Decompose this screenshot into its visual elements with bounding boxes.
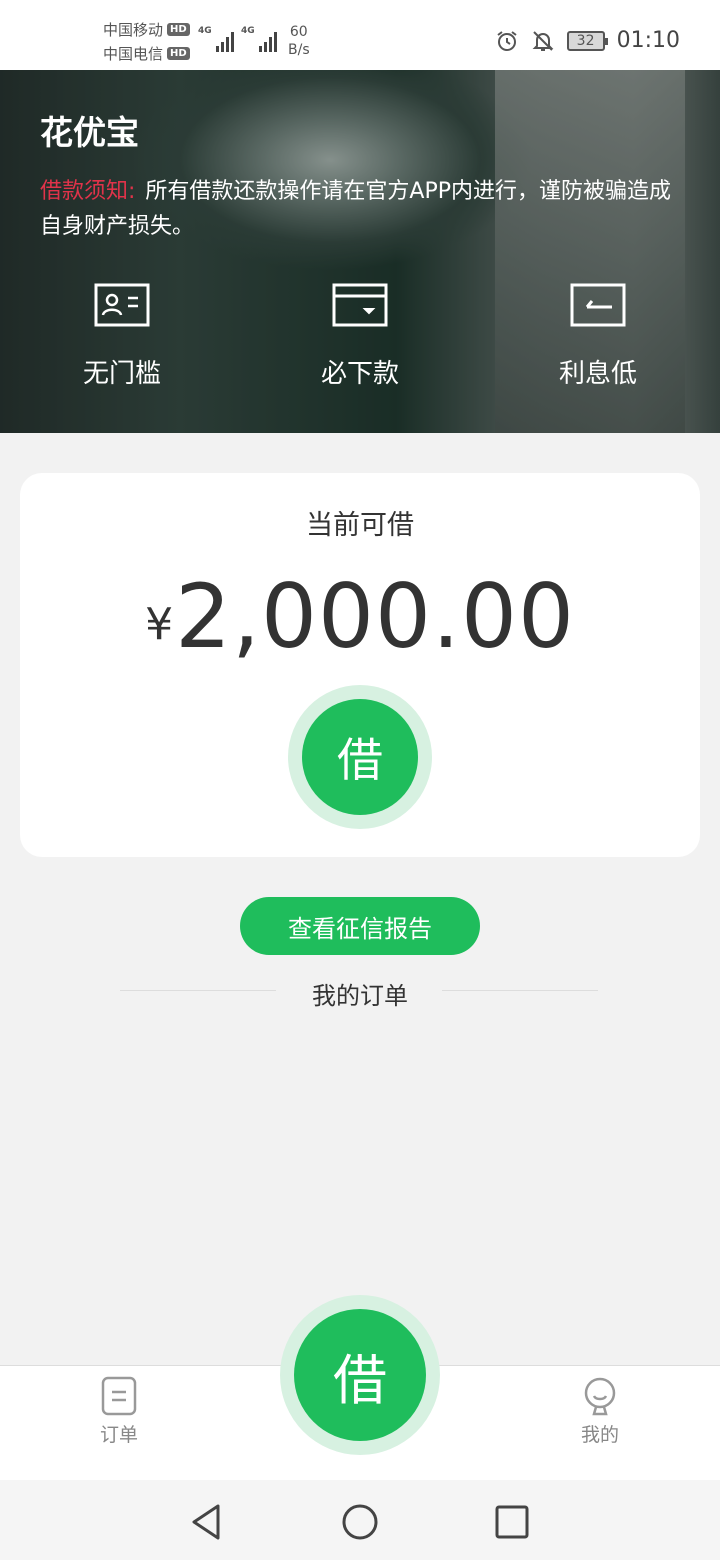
available-credit-label: 当前可借 <box>306 510 414 541</box>
network-speed-value: 60 <box>289 24 308 40</box>
loan-card: 当前可借 ¥2,000.00 借 <box>20 473 700 857</box>
divider-right <box>442 990 598 991</box>
status-right: 32 01:10 <box>495 28 680 53</box>
wallet-icon <box>332 283 388 327</box>
recent-apps-icon[interactable] <box>490 1500 534 1544</box>
feature-no-threshold: 无门槛 <box>22 283 222 390</box>
carrier-2-name: 中国电信 <box>103 45 164 63</box>
hd-badge: HD <box>167 47 190 60</box>
feature-low-interest: 利息低 <box>498 283 698 390</box>
carrier-1: 中国移动 HD <box>103 19 190 40</box>
tab-borrow-button[interactable]: 借 <box>280 1295 440 1455</box>
feature-guaranteed: 必下款 <box>260 283 460 390</box>
hd-badge: HD <box>167 23 190 36</box>
tab-mine[interactable]: 我的 <box>540 1376 660 1447</box>
my-orders-section: 我的订单 <box>0 972 720 1012</box>
carrier-1-name: 中国移动 <box>103 21 164 39</box>
id-card-icon <box>94 283 150 327</box>
my-orders-title: 我的订单 <box>312 982 408 1010</box>
profile-icon <box>584 1377 616 1416</box>
back-icon[interactable] <box>186 1500 230 1544</box>
signal-strength-icon: 4G <box>198 26 234 52</box>
network-speed-unit: B/s <box>288 42 310 58</box>
feature-label: 利息低 <box>558 359 637 389</box>
available-amount: ¥2,000.00 <box>20 565 700 668</box>
tab-orders-label: 订单 <box>99 1424 138 1446</box>
hero-banner: 花优宝 借款须知: 所有借款还款操作请在官方APP内进行，谨防被骗造成自身财产损失… <box>0 70 720 433</box>
tab-orders[interactable]: 订单 <box>59 1376 179 1447</box>
mute-bell-icon <box>532 30 554 51</box>
battery-icon: 32 <box>566 30 608 51</box>
network-type-1: 4G <box>198 26 212 36</box>
tab-borrow-label: 借 <box>294 1309 426 1441</box>
status-bar: 中国移动 HD 中国电信 HD 4G 4G 60 B/s 32 01:10 <box>0 0 720 70</box>
amount-value: 2,000.00 <box>175 565 575 668</box>
home-icon[interactable] <box>338 1500 382 1544</box>
clock: 01:10 <box>616 28 680 53</box>
app-title: 花优宝 <box>40 113 139 152</box>
network-type-2: 4G <box>241 26 255 36</box>
carrier-2: 中国电信 HD <box>103 43 190 64</box>
currency-symbol: ¥ <box>145 599 174 650</box>
tab-mine-label: 我的 <box>580 1424 619 1446</box>
view-credit-report-button[interactable]: 查看征信报告 <box>240 897 480 955</box>
feature-label: 必下款 <box>320 359 399 389</box>
borrow-button-label: 借 <box>302 699 418 815</box>
system-nav-bar <box>0 1480 720 1560</box>
notice-label: 借款须知: <box>40 179 136 204</box>
feature-label: 无门槛 <box>82 359 161 389</box>
orders-icon <box>101 1376 137 1416</box>
loan-notice: 借款须知: 所有借款还款操作请在官方APP内进行，谨防被骗造成自身财产损失。 <box>40 174 685 244</box>
network-speed: 60 B/s <box>288 23 310 59</box>
alarm-icon <box>496 30 517 51</box>
borrow-button[interactable]: 借 <box>288 685 432 829</box>
discount-icon <box>570 283 626 327</box>
signal-strength-icon: 4G <box>241 26 277 52</box>
app-screen: 中国移动 HD 中国电信 HD 4G 4G 60 B/s 32 01:10 花优… <box>0 0 720 1560</box>
